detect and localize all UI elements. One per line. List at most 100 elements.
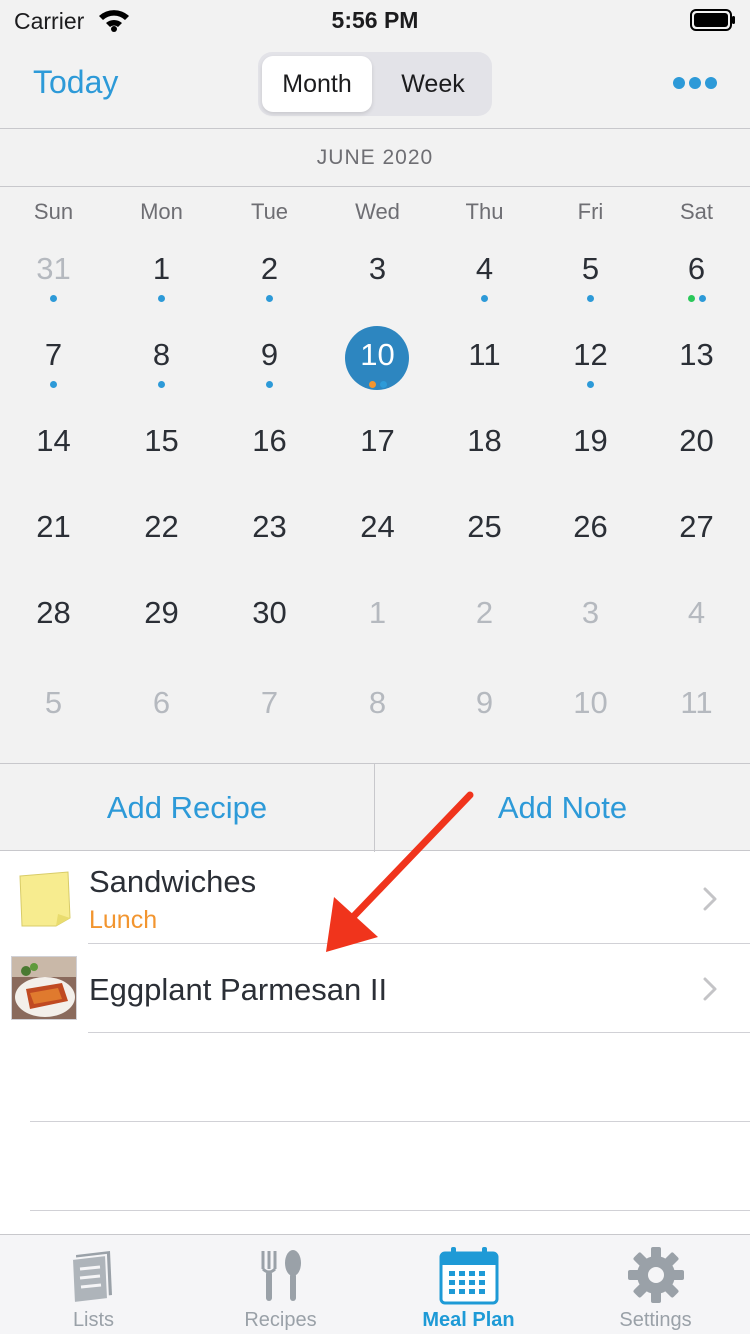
tab-lists[interactable]: Lists xyxy=(0,1235,187,1334)
calendar-day[interactable]: 6 xyxy=(108,685,215,755)
calendar-day[interactable]: 9 xyxy=(216,337,323,407)
calendar-day[interactable]: 9 xyxy=(431,685,538,755)
list-item[interactable]: Sandwiches Lunch xyxy=(0,852,750,944)
event-dot xyxy=(587,295,594,302)
weekday-label: Sun xyxy=(33,199,74,224)
recipes-icon xyxy=(261,1250,301,1301)
day-number: 11 xyxy=(680,685,713,720)
tab-label: Meal Plan xyxy=(422,1309,515,1331)
calendar-day[interactable]: 11 xyxy=(431,337,538,407)
day-number: 28 xyxy=(36,595,71,630)
calendar-day[interactable]: 26 xyxy=(537,509,644,579)
event-dot xyxy=(158,381,165,388)
meal-title: Eggplant Parmesan II xyxy=(89,972,388,1007)
list-item[interactable]: Eggplant Parmesan II xyxy=(0,944,750,1033)
day-number: 3 xyxy=(581,595,600,630)
event-dot xyxy=(158,295,165,302)
day-number: 9 xyxy=(260,337,279,372)
tab-recipes[interactable]: Recipes xyxy=(187,1235,374,1334)
event-dots xyxy=(537,295,644,303)
calendar-day[interactable]: 31 xyxy=(0,251,107,321)
calendar-day[interactable]: 23 xyxy=(216,509,323,579)
day-number: 10 xyxy=(573,685,608,720)
tab-meal-plan[interactable]: Meal Plan xyxy=(375,1235,562,1334)
note-icon xyxy=(19,871,71,927)
weekday-label: Fri xyxy=(577,199,604,224)
calendar-day[interactable]: 3 xyxy=(537,595,644,665)
today-button[interactable]: Today xyxy=(33,64,118,101)
calendar-day[interactable]: 8 xyxy=(108,337,215,407)
chevron-right-icon xyxy=(703,887,717,911)
weekday-label: Mon xyxy=(140,199,183,224)
calendar-day[interactable]: 6 xyxy=(643,251,750,321)
calendar-day[interactable]: 21 xyxy=(0,509,107,579)
calendar-day[interactable]: 30 xyxy=(216,595,323,665)
calendar-day[interactable]: 18 xyxy=(431,423,538,493)
calendar-day[interactable]: 11 xyxy=(643,685,750,755)
calendar-day[interactable]: 7 xyxy=(0,337,107,407)
segment-month[interactable]: Month xyxy=(262,56,372,112)
recipe-photo xyxy=(11,956,77,1020)
calendar-day[interactable]: 12 xyxy=(537,337,644,407)
day-number: 5 xyxy=(581,251,600,286)
tab-settings[interactable]: Settings xyxy=(562,1235,749,1334)
calendar-day[interactable]: 8 xyxy=(324,685,431,755)
day-number: 10 xyxy=(360,337,395,372)
month-calendar: JUNE 2020 Sun Mon Tue Wed Thu Fri Sat 31 1 2 3 4 5 6… xyxy=(0,129,750,763)
day-number: 8 xyxy=(368,685,387,720)
tab-label: Settings xyxy=(619,1309,692,1331)
calendar-day[interactable]: 7 xyxy=(216,685,323,755)
calendar-day[interactable]: 14 xyxy=(0,423,107,493)
nav-bar: Today Month Week xyxy=(0,40,750,129)
calendar-day[interactable]: 10 xyxy=(537,685,644,755)
day-number: 19 xyxy=(573,423,608,458)
day-number: 1 xyxy=(368,595,387,630)
day-number: 2 xyxy=(260,251,279,286)
calendar-day[interactable]: 2 xyxy=(431,595,538,665)
calendar-day[interactable]: 1 xyxy=(108,251,215,321)
event-dots xyxy=(537,381,644,389)
calendar-day[interactable]: 25 xyxy=(431,509,538,579)
calendar-icon xyxy=(439,1247,499,1305)
calendar-day-selected[interactable]: 10 xyxy=(324,326,431,407)
calendar-day[interactable]: 5 xyxy=(0,685,107,755)
add-recipe-button[interactable]: Add Recipe xyxy=(0,764,375,852)
calendar-day[interactable]: 5 xyxy=(537,251,644,321)
calendar-day[interactable]: 1 xyxy=(324,595,431,665)
calendar-day[interactable]: 27 xyxy=(643,509,750,579)
recipe-photo-image xyxy=(12,957,76,1019)
event-dot xyxy=(698,295,706,302)
tab-label: Recipes xyxy=(244,1309,317,1331)
calendar-day[interactable]: 16 xyxy=(216,423,323,493)
calendar-day[interactable]: 2 xyxy=(216,251,323,321)
event-dots xyxy=(108,295,215,303)
segment-week[interactable]: Week xyxy=(378,56,488,112)
add-note-button[interactable]: Add Note xyxy=(375,764,750,852)
calendar-day[interactable]: 19 xyxy=(537,423,644,493)
calendar-day[interactable]: 3 xyxy=(324,251,431,321)
calendar-day[interactable]: 22 xyxy=(108,509,215,579)
more-icon[interactable] xyxy=(672,76,718,90)
day-number: 13 xyxy=(679,337,714,372)
lists-icon xyxy=(70,1251,112,1305)
calendar-day[interactable]: 4 xyxy=(643,595,750,665)
event-dot xyxy=(50,381,57,388)
calendar-day[interactable]: 13 xyxy=(643,337,750,407)
calendar-day[interactable]: 17 xyxy=(324,423,431,493)
day-number: 9 xyxy=(475,685,494,720)
calendar-day[interactable]: 29 xyxy=(108,595,215,665)
day-number: 21 xyxy=(36,509,71,544)
calendar-day[interactable]: 28 xyxy=(0,595,107,665)
event-dot xyxy=(379,381,387,388)
event-dots xyxy=(0,295,107,303)
tab-bar: Lists Recipes Meal Plan Settings xyxy=(0,1234,750,1334)
meal-actions: Add Recipe Add Note xyxy=(0,763,750,852)
calendar-day[interactable]: 24 xyxy=(324,509,431,579)
calendar-day[interactable]: 20 xyxy=(643,423,750,493)
day-number: 29 xyxy=(144,595,179,630)
calendar-day[interactable]: 4 xyxy=(431,251,538,321)
day-number: 18 xyxy=(467,423,502,458)
day-number: 26 xyxy=(573,509,608,544)
day-number: 22 xyxy=(144,509,179,544)
calendar-day[interactable]: 15 xyxy=(108,423,215,493)
